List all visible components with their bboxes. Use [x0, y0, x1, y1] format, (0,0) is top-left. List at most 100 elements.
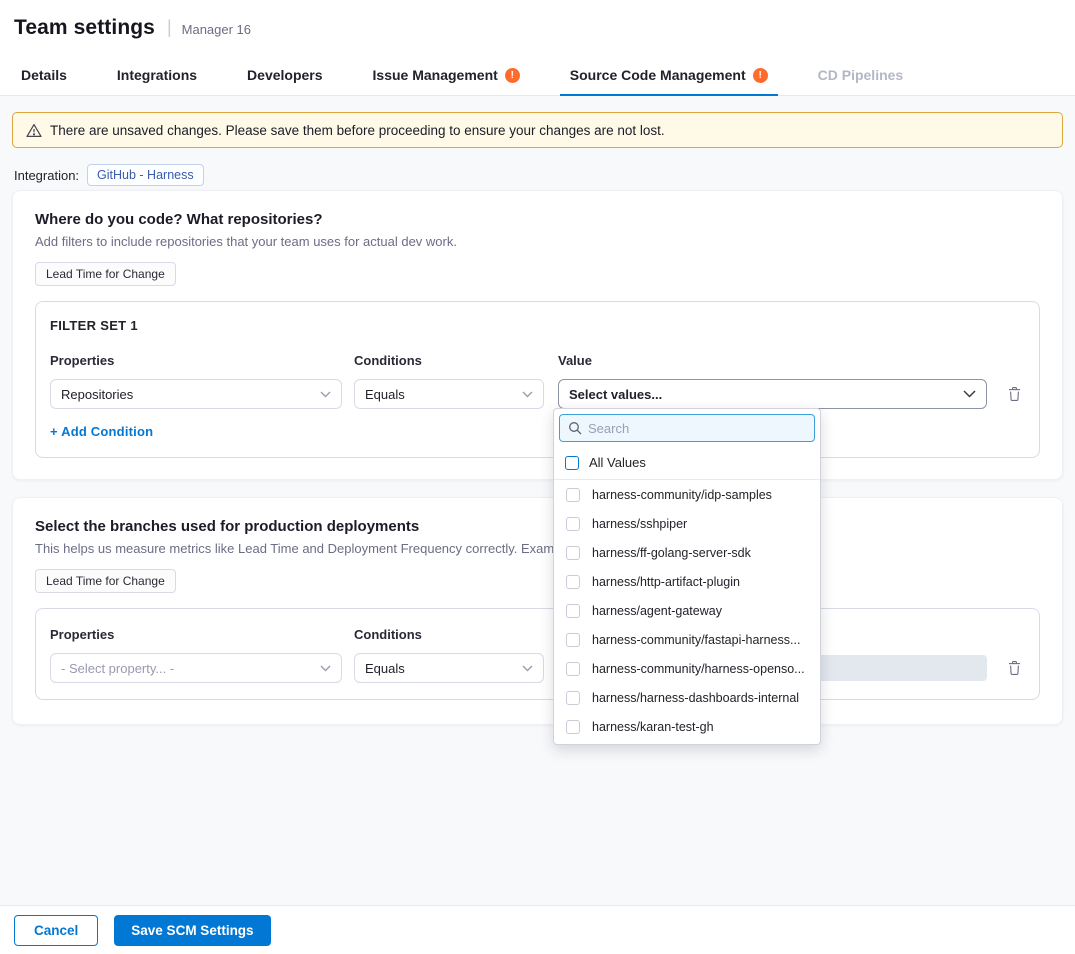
property-select-placeholder: - Select property... - [61, 661, 174, 676]
conditions-header: Conditions [354, 627, 544, 642]
tab-integrations[interactable]: Integrations [113, 55, 201, 95]
tab-cd-pipelines-label: CD Pipelines [818, 67, 904, 83]
page-header: Team settings | Manager 16 [0, 0, 1075, 55]
repository-option[interactable]: harness/http-artifact-plugin [554, 567, 820, 596]
checkbox-icon[interactable] [565, 456, 579, 470]
condition-select[interactable]: Equals [354, 379, 544, 409]
repository-option-label: harness/karan-test-gh [592, 720, 714, 734]
tab-issue-management-label: Issue Management [373, 67, 498, 83]
dropdown-search-box [559, 414, 815, 442]
repository-option[interactable]: harness/harness-dashboards-internal [554, 683, 820, 712]
tab-source-code-management-label: Source Code Management [570, 67, 746, 83]
branches-card: Select the branches used for production … [12, 497, 1063, 725]
filter-row: - Select property... - Equals [50, 653, 1025, 683]
lead-time-chip: Lead Time for Change [35, 262, 176, 286]
values-dropdown-panel: All Values harness-community/idp-samples… [553, 408, 821, 745]
branches-filter-panel: Properties Conditions Value - Select pro… [35, 608, 1040, 700]
chevron-down-icon [320, 665, 331, 672]
value-select-placeholder: Select values... [569, 387, 662, 402]
repository-option[interactable]: harness/ff-golang-server-sdk [554, 538, 820, 567]
tab-cd-pipelines: CD Pipelines [814, 55, 908, 95]
repository-option[interactable]: harness/sshpiper [554, 509, 820, 538]
team-name-label: Manager 16 [182, 19, 251, 37]
add-condition-button[interactable]: + Add Condition [50, 424, 153, 439]
repository-option-label: harness/http-artifact-plugin [592, 575, 740, 589]
repository-option-label: harness/harness-dashboards-internal [592, 691, 799, 705]
filter-column-headers: Properties Conditions Value [50, 353, 1025, 368]
repository-option[interactable]: harness/internal-idp-dashboard [554, 741, 820, 745]
search-input[interactable] [588, 421, 806, 436]
chevron-down-icon [320, 391, 331, 398]
repositories-card: Where do you code? What repositories? Ad… [12, 190, 1063, 480]
checkbox-icon[interactable] [566, 575, 580, 589]
conditions-header: Conditions [354, 353, 544, 368]
tab-developers-label: Developers [247, 67, 322, 83]
repository-option-label: harness/agent-gateway [592, 604, 722, 618]
repository-option[interactable]: harness/agent-gateway [554, 596, 820, 625]
filter-set-title: FILTER SET 1 [50, 318, 1025, 333]
branches-card-title: Select the branches used for production … [35, 518, 1040, 535]
filter-set-panel: FILTER SET 1 Properties Conditions Value… [35, 301, 1040, 458]
cancel-button[interactable]: Cancel [14, 915, 98, 946]
properties-header: Properties [50, 627, 342, 642]
integration-chip[interactable]: GitHub - Harness [87, 164, 204, 186]
repository-option[interactable]: harness-community/idp-samples [554, 480, 820, 509]
condition-select-value: Equals [365, 387, 405, 402]
checkbox-icon[interactable] [566, 691, 580, 705]
unsaved-changes-text: There are unsaved changes. Please save t… [50, 123, 665, 138]
repository-option[interactable]: harness-community/fastapi-harness... [554, 625, 820, 654]
repository-option-label: harness-community/fastapi-harness... [592, 633, 800, 647]
tab-integrations-label: Integrations [117, 67, 197, 83]
settings-tabbar: Details Integrations Developers Issue Ma… [0, 55, 1075, 96]
property-select[interactable]: - Select property... - [50, 653, 342, 683]
condition-select-value: Equals [365, 661, 405, 676]
integration-row: Integration: GitHub - Harness [14, 164, 204, 186]
checkbox-icon[interactable] [566, 488, 580, 502]
checkbox-icon[interactable] [566, 720, 580, 734]
filter-column-headers: Properties Conditions Value [50, 627, 1025, 642]
tab-developers[interactable]: Developers [243, 55, 326, 95]
tab-details[interactable]: Details [17, 55, 71, 95]
tab-issue-management[interactable]: Issue Management ! [369, 55, 524, 95]
search-icon [568, 421, 582, 435]
tab-source-code-management[interactable]: Source Code Management ! [566, 55, 772, 95]
repository-option-label: harness/ff-golang-server-sdk [592, 546, 751, 560]
repository-option-label: harness-community/idp-samples [592, 488, 772, 502]
warning-triangle-icon [26, 123, 42, 138]
value-header: Value [558, 353, 987, 368]
all-values-option[interactable]: All Values [554, 447, 820, 480]
title-separator: | [167, 17, 172, 38]
repository-option[interactable]: harness-community/harness-openso... [554, 654, 820, 683]
page-title: Team settings [14, 16, 155, 40]
condition-select[interactable]: Equals [354, 653, 544, 683]
checkbox-icon[interactable] [566, 517, 580, 531]
property-select[interactable]: Repositories [50, 379, 342, 409]
chevron-down-icon [522, 665, 533, 672]
property-select-value: Repositories [61, 387, 133, 402]
lead-time-chip: Lead Time for Change [35, 569, 176, 593]
footer-actions: Cancel Save SCM Settings [0, 905, 1075, 954]
tab-details-label: Details [21, 67, 67, 83]
chevron-down-icon [963, 390, 976, 398]
warning-badge-icon: ! [505, 68, 520, 83]
value-multiselect[interactable]: Select values... [558, 379, 987, 409]
checkbox-icon[interactable] [566, 662, 580, 676]
checkbox-icon[interactable] [566, 604, 580, 618]
repositories-card-subtitle: Add filters to include repositories that… [35, 234, 1040, 249]
warning-badge-icon: ! [753, 68, 768, 83]
repository-option-label: harness-community/harness-openso... [592, 662, 805, 676]
unsaved-changes-banner: There are unsaved changes. Please save t… [12, 112, 1063, 148]
delete-filter-button[interactable] [1005, 658, 1024, 678]
properties-header: Properties [50, 353, 342, 368]
save-scm-settings-button[interactable]: Save SCM Settings [114, 915, 270, 946]
checkbox-icon[interactable] [566, 546, 580, 560]
integration-label: Integration: [14, 168, 79, 183]
filter-row: Repositories Equals Select values... [50, 379, 1025, 409]
chevron-down-icon [522, 391, 533, 398]
repository-options-list: harness-community/idp-samples harness/ss… [554, 480, 820, 745]
checkbox-icon[interactable] [566, 633, 580, 647]
delete-filter-button[interactable] [1005, 384, 1024, 404]
repository-option[interactable]: harness/karan-test-gh [554, 712, 820, 741]
branches-card-subtitle: This helps us measure metrics like Lead … [35, 541, 1040, 556]
repository-option-label: harness/sshpiper [592, 517, 687, 531]
